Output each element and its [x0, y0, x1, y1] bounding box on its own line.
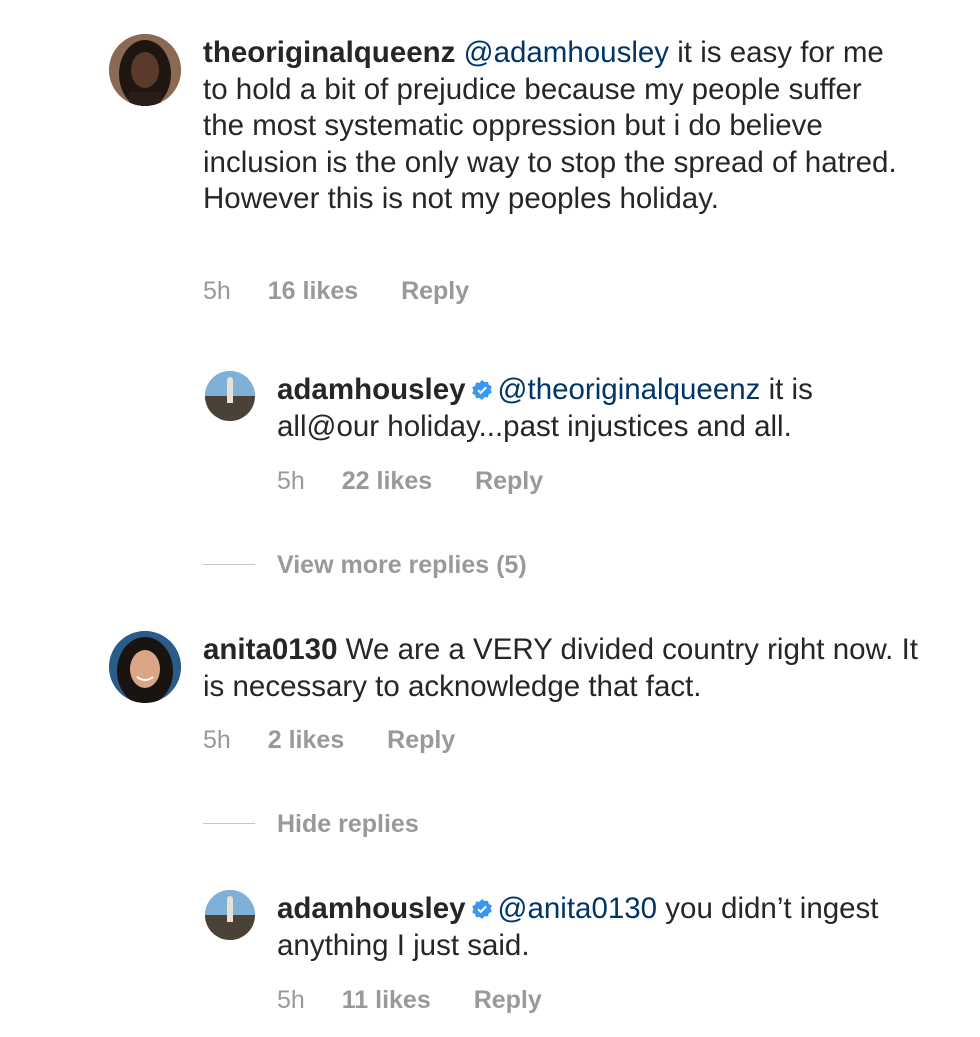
avatar[interactable] [109, 631, 181, 703]
username[interactable]: theoriginalqueenz [203, 36, 455, 69]
reply-button[interactable]: Reply [401, 277, 469, 305]
timestamp: 5h [203, 726, 231, 754]
hide-replies-button[interactable]: Hide replies [203, 809, 419, 839]
timestamp: 5h [203, 277, 231, 305]
reply-button[interactable]: Reply [474, 986, 542, 1014]
username[interactable]: adamhousley [277, 892, 466, 925]
avatar[interactable] [205, 890, 255, 940]
view-more-replies-label: View more replies (5) [277, 551, 527, 579]
timestamp: 5h [277, 986, 305, 1014]
verified-badge-icon [471, 892, 492, 919]
likes-count[interactable]: 2 likes [268, 726, 344, 754]
verified-badge-icon [471, 373, 492, 400]
likes-count[interactable]: 16 likes [268, 277, 358, 305]
username[interactable]: adamhousley [277, 373, 466, 406]
likes-count[interactable]: 11 likes [342, 986, 431, 1014]
divider-line [203, 563, 255, 565]
username[interactable]: anita0130 [203, 633, 337, 666]
avatar[interactable] [109, 34, 181, 106]
timestamp: 5h [277, 467, 305, 495]
reply-button[interactable]: Reply [387, 726, 455, 754]
mention-link[interactable]: @adamhousley [464, 36, 669, 69]
mention-link[interactable]: @anita0130 [498, 892, 658, 925]
divider-line [203, 822, 255, 824]
reply-button[interactable]: Reply [475, 467, 543, 495]
likes-count[interactable]: 22 likes [342, 467, 432, 495]
mention-link[interactable]: @theoriginalqueenz [498, 373, 761, 406]
view-more-replies-button[interactable]: View more replies (5) [203, 550, 527, 580]
avatar[interactable] [205, 371, 255, 421]
hide-replies-label: Hide replies [277, 810, 419, 838]
